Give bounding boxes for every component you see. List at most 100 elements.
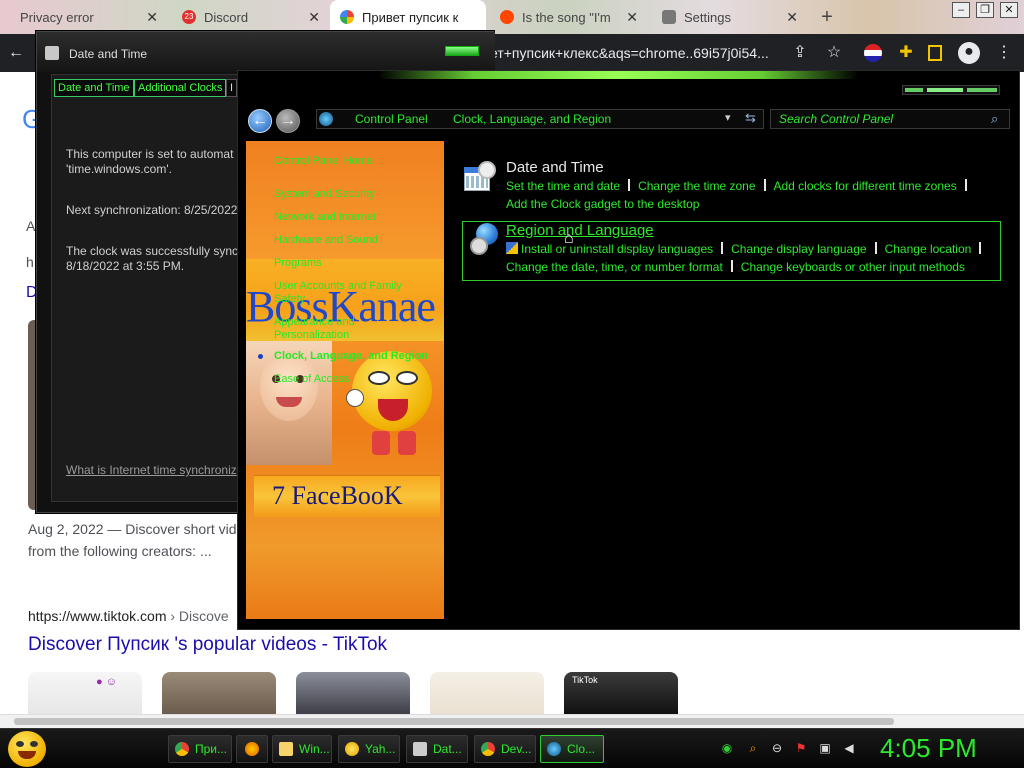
change-location-link[interactable]: Change location [885,241,972,258]
sidebar-item-home[interactable]: Control Panel Home [274,155,373,167]
search-input[interactable]: Search Control Panel [779,112,893,126]
breadcrumb-control-panel[interactable]: Control Panel [355,112,428,126]
close-button[interactable] [967,88,997,92]
result-url-domain: https://www.tiktok.com [28,608,167,624]
horizontal-scrollbar[interactable] [0,714,1024,728]
close-icon[interactable]: ✕ [786,9,798,26]
sidebar-item-system-security[interactable]: System and Security [274,188,375,200]
tab-settings[interactable]: Settings ✕ [652,0,808,34]
close-icon[interactable]: ✕ [146,9,158,26]
breadcrumb[interactable]: Control Panel Clock, Language, and Regio… [316,109,764,129]
profile-avatar[interactable]: ● [958,42,980,64]
install-languages-link[interactable]: Install or uninstall display languages [521,241,713,258]
dialog-titlebar[interactable]: Date and Time [37,32,495,72]
sync-success-line1: The clock was successfully sync [66,244,239,258]
category-title[interactable]: Date and Time [506,159,1024,176]
back-arrow-icon[interactable]: ← [6,43,26,63]
bookmark-star-icon[interactable]: ☆ [824,43,844,63]
category-date-time: Date and Time Set the time and date Chang… [506,159,1024,213]
maximize-button[interactable] [927,88,963,92]
clock[interactable]: 4:05 PM [880,733,977,764]
change-keyboards-link[interactable]: Change keyboards or other input methods [741,259,965,276]
taskbar-button-yahoo[interactable]: Yah... [338,735,400,763]
tab-additional-clocks[interactable]: Additional Clocks [134,79,227,97]
search-box[interactable]: Search Control Panel ⌕ [770,109,1010,129]
sidebar-item-personalization[interactable]: Personalization [274,329,349,341]
close-icon[interactable]: ✕ [308,9,320,26]
globe-clock-icon [470,223,500,257]
maximize-button[interactable]: ❐ [976,2,994,18]
close-button[interactable] [445,46,479,56]
category-title[interactable]: Region and Language [506,222,1024,239]
taskbar-label: При... [195,742,228,756]
share-icon[interactable]: ⇪ [790,43,810,63]
taskbar-label: Dev... [501,742,532,756]
sidebar-item-programs[interactable]: Programs [274,257,322,269]
video-thumbnail[interactable]: TikTok [564,672,678,716]
sidebar-item-network[interactable]: Network and Internet [274,211,376,223]
sidebar-item-appearance[interactable]: Appearance and [274,316,355,328]
minimize-button[interactable]: – [952,2,970,18]
back-button[interactable]: ← [248,109,272,133]
tab-reddit[interactable]: Is the song "I'm ✕ [490,0,648,34]
result-snippet: from the following creators: ... [28,543,212,559]
forward-button[interactable]: → [276,109,300,133]
close-icon[interactable]: ✕ [626,9,638,26]
sidebar-item-ease-of-access[interactable]: Ease of Access [274,373,349,385]
kebab-menu-icon[interactable]: ⋮ [994,43,1014,63]
taskbar-button-chrome[interactable]: При... [168,735,232,763]
taskbar-button-control-panel[interactable]: Clo... [540,735,604,763]
sidebar-icon[interactable] [928,45,942,61]
firefox-icon [245,742,259,756]
puzzle-extension-icon[interactable]: ✚ [896,43,916,63]
search-icon[interactable]: ⌕ [746,741,760,755]
minimize-button[interactable] [905,88,923,92]
taskbar-label: Clo... [567,742,596,756]
video-thumbnail[interactable]: ● ☺ [28,672,142,716]
change-date-format-link[interactable]: Change the date, time, or number format [506,259,723,276]
tab-discord[interactable]: 23 Discord ✕ [172,0,330,34]
breadcrumb-clock-language-region[interactable]: Clock, Language, and Region [453,112,611,126]
search-icon[interactable]: ⌕ [991,111,998,127]
address-bar[interactable]: ет+пупсик+клекс&aqs=chrome..69i57j0i54..… [490,40,910,66]
control-panel-icon [547,742,561,756]
snippet-fragment: h [26,254,34,270]
taskbar-button-date-time[interactable]: Dat... [406,735,468,763]
gear-icon [662,10,676,24]
flag-extension-icon[interactable] [864,44,882,62]
add-clocks-link[interactable]: Add clocks for different time zones [774,178,957,195]
sidebar-item-user-accounts[interactable]: User Accounts and Family [274,280,402,292]
change-display-language-link[interactable]: Change display language [731,241,866,258]
flag-icon[interactable]: ⚑ [794,741,808,755]
taskbar-button-firefox[interactable] [236,735,268,763]
clock-icon [413,742,427,756]
minus-circle-icon[interactable]: ⊖ [770,741,784,755]
scrollbar-thumb[interactable] [14,718,894,725]
change-time-zone-link[interactable]: Change the time zone [638,178,755,195]
help-link[interactable]: What is Internet time synchroniz [66,463,237,478]
add-clock-gadget-link[interactable]: Add the Clock gadget to the desktop [506,196,699,213]
taskbar-button-devices[interactable]: Dev... [474,735,536,763]
tab-privet-pupsik[interactable]: Привет пупсик к [330,0,486,34]
video-thumbnail[interactable] [162,672,276,716]
tab-internet-time[interactable]: I [226,79,238,97]
tab-date-and-time[interactable]: Date and Time [54,79,134,97]
volume-icon[interactable]: ◀ [842,741,856,755]
close-window-button[interactable]: ✕ [1000,2,1018,18]
video-thumbnail[interactable] [296,672,410,716]
tab-label: Discord [204,9,249,25]
start-button[interactable] [8,731,46,767]
new-tab-button[interactable]: + [812,0,842,34]
refresh-icon[interactable]: ⇆ [745,110,756,126]
tab-privacy-error[interactable]: Privacy error ✕ [0,0,168,34]
sidebar-item-clock-language-region[interactable]: Clock, Language, and Region [274,350,428,362]
sidebar-item-safety[interactable]: Safety [274,293,305,305]
set-time-date-link[interactable]: Set the time and date [506,178,620,195]
network-globe-icon[interactable]: ◉ [720,741,734,755]
result-title[interactable]: Discover Пупсик 's popular videos - TikT… [28,634,387,656]
chevron-down-icon[interactable]: ▾ [725,111,731,124]
video-thumbnail[interactable] [430,672,544,716]
sidebar-item-hardware[interactable]: Hardware and Sound [274,234,378,246]
power-icon[interactable]: ▣ [818,741,832,755]
taskbar-button-windows-explorer[interactable]: Win... [272,735,332,763]
